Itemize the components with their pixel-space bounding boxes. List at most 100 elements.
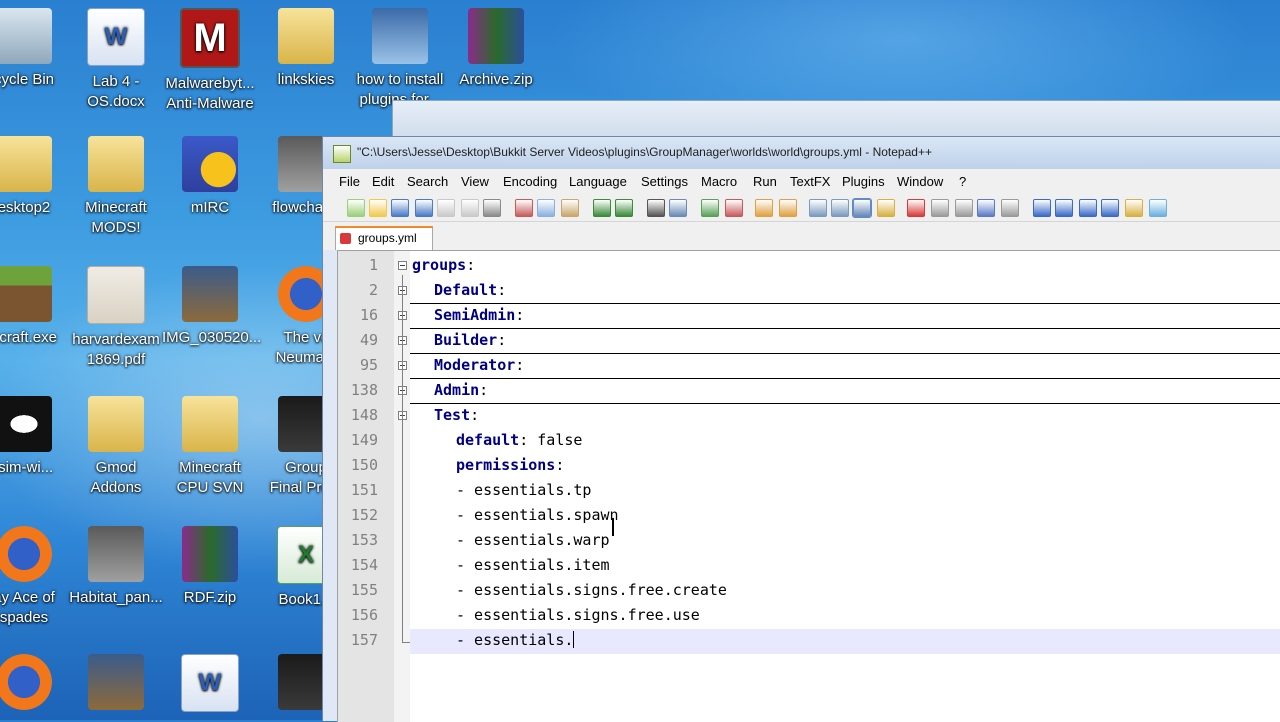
desktop-shortcut[interactable]: Lab 4 - OS.docx: [68, 4, 164, 112]
code-text: - essentials.item: [456, 556, 610, 574]
menu-plugins[interactable]: Plugins: [842, 174, 885, 189]
desktop-shortcut[interactable]: cycle Bin: [0, 4, 72, 90]
desktop-shortcut[interactable]: Minecraft MODS!: [68, 132, 164, 238]
print-icon[interactable]: [483, 199, 501, 217]
play-macro-icon[interactable]: [955, 199, 973, 217]
menu-window[interactable]: Window: [897, 174, 943, 189]
line-number: 16: [359, 306, 378, 324]
save-all-icon[interactable]: [415, 199, 433, 217]
line-number: 95: [359, 356, 378, 374]
down-arrow-icon[interactable]: [1079, 199, 1097, 217]
title-bar[interactable]: "C:\Users\Jesse\Desktop\Bukkit Server Vi…: [323, 137, 1280, 169]
desktop-shortcut-label: IMG_030520...: [162, 329, 262, 346]
desktop-shortcut[interactable]: mIRC: [162, 132, 258, 218]
desktop-shortcut[interactable]: isim-wi...: [0, 392, 72, 478]
tab-label: groups.yml: [358, 231, 417, 245]
code-line[interactable]: 1 groups:: [338, 254, 1280, 279]
close-all-icon[interactable]: [461, 199, 479, 217]
desktop-shortcut[interactable]: esktop2: [0, 132, 72, 218]
menu-search[interactable]: Search: [407, 174, 448, 189]
save-macro-icon[interactable]: [1001, 199, 1019, 217]
folder-icon: [278, 8, 334, 64]
toolbar: [323, 195, 1280, 222]
cut-icon[interactable]: [515, 199, 533, 217]
line-number: 150: [350, 456, 378, 474]
desktop-shortcut-label: Habitat_pan...: [69, 589, 163, 606]
menu-macro[interactable]: Macro: [701, 174, 737, 189]
close-icon[interactable]: [437, 199, 455, 217]
menu-encoding[interactable]: Encoding: [503, 174, 557, 189]
code-line[interactable]: 153 - essentials.warp: [338, 529, 1280, 554]
sync-horizontal-icon[interactable]: [779, 199, 797, 217]
run-macro-multiple-icon[interactable]: [977, 199, 995, 217]
code-line[interactable]: 157 - essentials.: [351, 629, 1280, 654]
desktop-shortcut[interactable]: [0, 650, 72, 716]
folder-as-workspace-icon[interactable]: [877, 199, 895, 217]
spell-check-icon[interactable]: [1149, 199, 1167, 217]
indent-guide-icon[interactable]: [852, 198, 872, 218]
desktop-shortcut[interactable]: [162, 650, 258, 718]
menu-settings[interactable]: Settings: [641, 174, 688, 189]
eye-icon: [0, 396, 52, 452]
menu-textfx[interactable]: TextFX: [790, 174, 830, 189]
code-line[interactable]: 155 - essentials.signs.free.create: [338, 579, 1280, 604]
desktop-shortcut[interactable]: linkskies: [258, 4, 354, 90]
code-line[interactable]: 16 SemiAdmin:: [338, 304, 1280, 329]
redo-icon[interactable]: [615, 199, 633, 217]
menu-view[interactable]: View: [461, 174, 489, 189]
menu-edit[interactable]: Edit: [372, 174, 394, 189]
desktop-shortcut[interactable]: [68, 650, 164, 716]
folder-icon[interactable]: [1125, 199, 1143, 217]
stop-macro-icon[interactable]: [931, 199, 949, 217]
menu-run[interactable]: Run: [753, 174, 777, 189]
paste-icon[interactable]: [561, 199, 579, 217]
show-all-chars-icon[interactable]: [831, 199, 849, 217]
code-line[interactable]: 152 - essentials.spawn: [338, 504, 1280, 529]
code-line[interactable]: 49 Builder:: [338, 329, 1280, 354]
save-icon[interactable]: [391, 199, 409, 217]
line-number: 138: [350, 381, 378, 399]
desktop-shortcut[interactable]: how to install plugins for...: [352, 4, 448, 110]
undo-icon[interactable]: [593, 199, 611, 217]
replace-icon[interactable]: [669, 199, 687, 217]
winrar-archive-icon: [468, 8, 524, 64]
code-line[interactable]: 148 Test:: [338, 404, 1280, 429]
desktop-shortcut[interactable]: Gmod Addons: [68, 392, 164, 498]
desktop-shortcut[interactable]: RDF.zip: [162, 522, 258, 608]
desktop-shortcut[interactable]: harvardexam 1869.pdf: [68, 262, 164, 370]
code-line[interactable]: 154 - essentials.item: [338, 554, 1280, 579]
word-document-icon: [87, 8, 145, 66]
desktop-shortcut[interactable]: Habitat_pan...: [68, 522, 164, 608]
desktop-shortcut[interactable]: Minecraft CPU SVN: [162, 392, 258, 498]
menu-file[interactable]: File: [339, 174, 360, 189]
record-macro-icon[interactable]: [907, 199, 925, 217]
code-line[interactable]: 2 Default:: [338, 279, 1280, 304]
copy-icon[interactable]: [537, 199, 555, 217]
code-editor[interactable]: 1 groups: 2 Default: 16 SemiAdmin: 49 Builder: 9…: [337, 250, 1280, 722]
menu-help[interactable]: ?: [959, 174, 966, 189]
zoom-out-icon[interactable]: [725, 199, 743, 217]
code-line[interactable]: 138 Admin:: [338, 379, 1280, 404]
code-line[interactable]: 95 Moderator:: [338, 354, 1280, 379]
open-file-icon[interactable]: [369, 199, 387, 217]
zoom-in-icon[interactable]: [701, 199, 719, 217]
word-wrap-icon[interactable]: [809, 199, 827, 217]
up-arrow-icon[interactable]: [1055, 199, 1073, 217]
sync-vertical-icon[interactable]: [755, 199, 773, 217]
menu-language[interactable]: Language: [569, 174, 627, 189]
desktop-shortcut[interactable]: Malwarebyt... Anti-Malware: [162, 4, 258, 114]
code-line[interactable]: 149 default: false: [338, 429, 1280, 454]
desktop-shortcut[interactable]: ay Ace of spades: [0, 522, 72, 628]
desktop-shortcut[interactable]: IMG_030520...: [162, 262, 262, 348]
find-icon[interactable]: [647, 199, 665, 217]
desktop-shortcut[interactable]: Archive.zip: [448, 4, 544, 90]
code-line[interactable]: 156 - essentials.signs.free.use: [338, 604, 1280, 629]
expand-icon[interactable]: [1101, 199, 1119, 217]
new-file-icon[interactable]: [347, 199, 365, 217]
fold-collapse-icon[interactable]: [398, 261, 407, 270]
code-line[interactable]: 150 permissions:: [338, 454, 1280, 479]
desktop-shortcut[interactable]: ecraft.exe: [0, 262, 72, 348]
tab-groups-yml[interactable]: groups.yml: [335, 226, 433, 250]
code-line[interactable]: 151 - essentials.tp: [338, 479, 1280, 504]
collapse-icon[interactable]: [1033, 199, 1051, 217]
